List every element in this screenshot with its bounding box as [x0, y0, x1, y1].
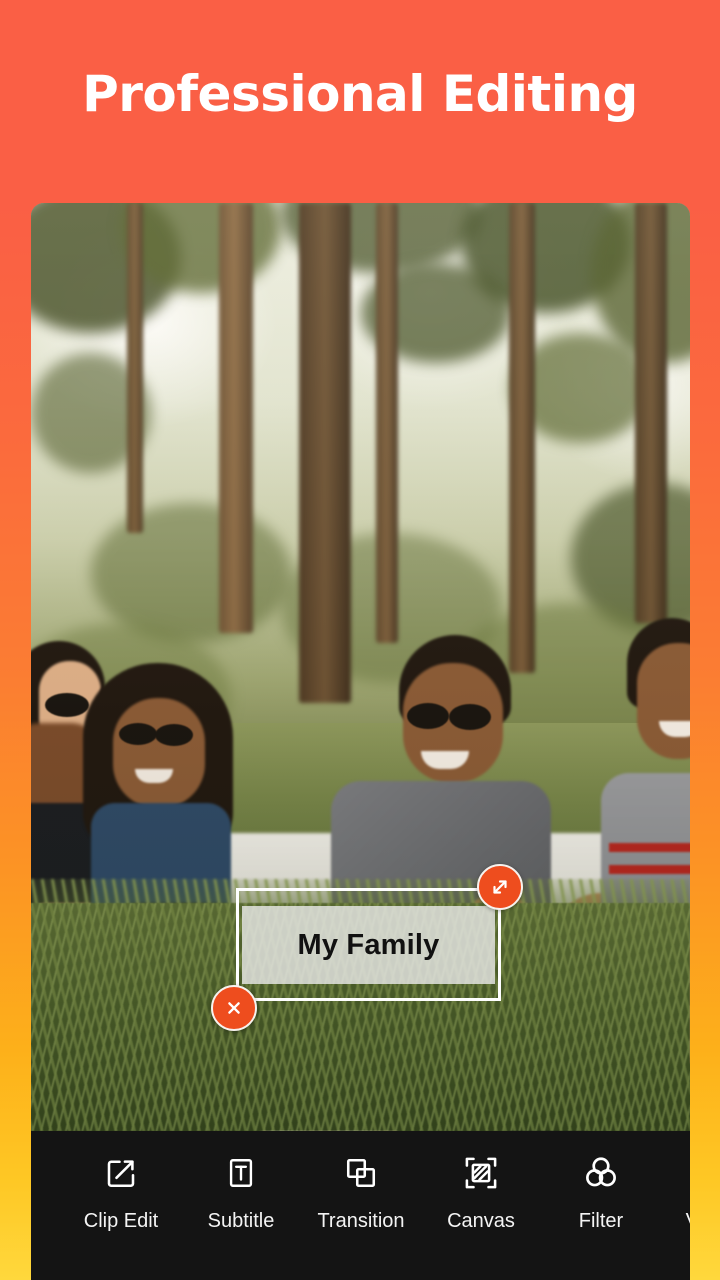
toolbar-label: Video C: [686, 1210, 690, 1233]
toolbar-item-transition[interactable]: Transition: [301, 1153, 421, 1233]
toolbar-label: Filter: [578, 1210, 624, 1232]
text-overlay-value[interactable]: My Family: [242, 906, 495, 984]
toolbar-item-subtitle[interactable]: Subtitle: [181, 1153, 301, 1233]
clip-edit-icon: [101, 1153, 141, 1193]
resize-arrow-icon: [493, 880, 507, 894]
filter-circles-icon: [581, 1153, 621, 1193]
person-4-sleeve-stripe: [609, 865, 690, 874]
tree-trunk: [219, 203, 253, 633]
tree-trunk: [299, 203, 351, 703]
person-4-sleeve-stripe: [609, 843, 690, 852]
person-4-face: [637, 643, 690, 759]
canvas-crop-icon: [461, 1153, 501, 1193]
toolbar-label: Transition: [317, 1210, 405, 1232]
close-x-icon: [228, 1002, 240, 1014]
person-2-face: [113, 698, 205, 808]
foliage-blob: [91, 503, 291, 643]
app-preview-screen: My Family Clip Edit Subtitle Transition …: [31, 203, 690, 1280]
sunglasses: [45, 693, 89, 717]
text-overlay-close-handle[interactable]: [211, 985, 257, 1031]
text-overlay-resize-handle[interactable]: [477, 864, 523, 910]
sunglasses: [155, 724, 193, 746]
toolbar-item-clip-edit[interactable]: Clip Edit: [61, 1153, 181, 1233]
transition-layers-icon: [341, 1153, 381, 1193]
tree-trunk: [127, 203, 143, 533]
toolbar-item-filter[interactable]: Filter: [541, 1153, 661, 1233]
sunglasses: [407, 703, 449, 729]
tree-trunk: [376, 203, 398, 643]
toolbar-label: Canvas: [447, 1210, 515, 1232]
toolbar-item-video-clip[interactable]: Video C: [661, 1153, 690, 1233]
editor-toolbar: Clip Edit Subtitle Transition Canvas Fil…: [31, 1131, 690, 1280]
subtitle-text-icon: [221, 1153, 261, 1193]
toolbar-item-canvas[interactable]: Canvas: [421, 1153, 541, 1233]
sunglasses: [119, 723, 157, 745]
promo-screen: Professional Editing My Family Clip Edit…: [0, 0, 720, 1280]
toolbar-label: Clip Edit: [83, 1210, 159, 1232]
toolbar-label: Subtitle: [207, 1210, 275, 1232]
tree-trunk: [509, 203, 535, 673]
tree-trunk: [635, 203, 667, 623]
sunglasses: [449, 704, 491, 730]
page-title: Professional Editing: [82, 65, 638, 123]
